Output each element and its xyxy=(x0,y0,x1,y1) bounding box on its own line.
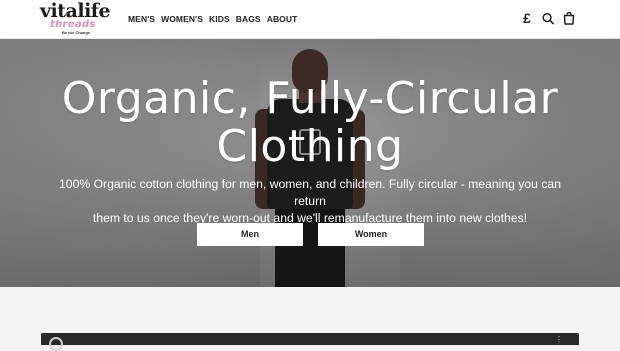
hero-subtitle-line-1: 100% Organic cotton clothing for men, wo… xyxy=(59,177,561,208)
shop-women-button[interactable]: Women xyxy=(318,223,424,246)
nav-bags[interactable]: BAGS xyxy=(236,14,261,24)
header-icons: £ xyxy=(521,11,575,25)
hero-title-line-1: Organic, Fully-Circular xyxy=(61,73,559,124)
nav-about[interactable]: ABOUT xyxy=(267,14,298,24)
currency-button[interactable]: £ xyxy=(521,11,533,25)
cart-button[interactable] xyxy=(563,11,575,25)
hero-subtitle-line-2: them to us once they're worn-out and we'… xyxy=(92,211,528,225)
logo-sub-text: threads xyxy=(50,19,96,30)
hero-title: Organic, Fully-Circular Clothing xyxy=(0,75,620,171)
nav-womens[interactable]: WOMEN'S xyxy=(161,14,203,24)
site-logo[interactable]: vitalife threads Be the Change xyxy=(40,0,112,36)
pound-icon: £ xyxy=(523,10,531,26)
nav-kids[interactable]: KIDS xyxy=(209,14,230,24)
content-section: ⋮ xyxy=(0,287,620,351)
video-embed[interactable]: ⋮ xyxy=(41,333,579,351)
site-header: vitalife threads Be the Change MEN'S WOM… xyxy=(0,0,620,39)
hero-subtitle: 100% Organic cotton clothing for men, wo… xyxy=(55,176,565,227)
bag-icon xyxy=(563,11,575,25)
shop-men-button[interactable]: Men xyxy=(197,223,303,246)
video-menu-icon[interactable]: ⋮ xyxy=(555,336,563,344)
logo-tagline: Be the Change xyxy=(62,30,91,35)
hero-banner: Organic, Fully-Circular Clothing 100% Or… xyxy=(0,39,620,287)
nav-mens[interactable]: MEN'S xyxy=(128,14,155,24)
search-icon xyxy=(542,12,554,24)
hero-title-line-2: Clothing xyxy=(216,121,404,172)
main-nav: MEN'S WOMEN'S KIDS BAGS ABOUT xyxy=(128,14,297,24)
search-button[interactable] xyxy=(542,11,554,25)
video-channel-avatar[interactable] xyxy=(49,337,63,351)
